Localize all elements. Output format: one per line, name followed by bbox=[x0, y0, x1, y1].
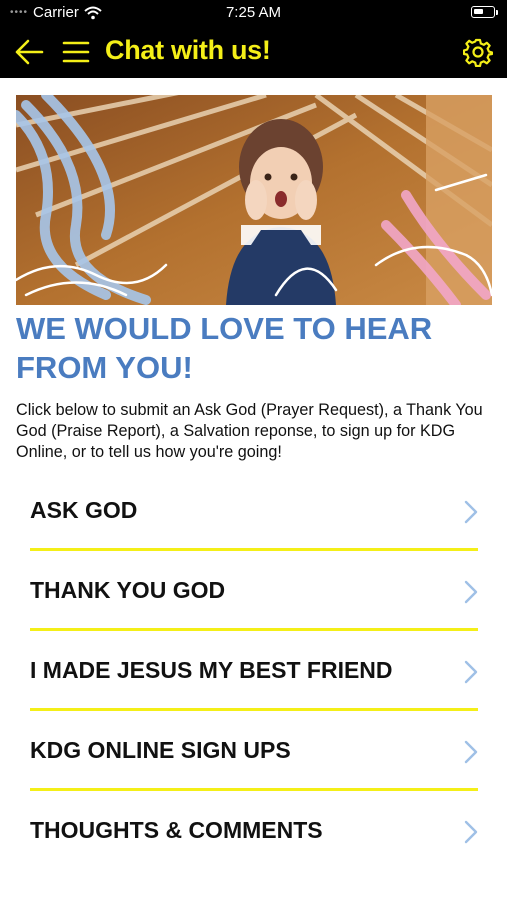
intro-text: Click below to submit an Ask God (Prayer… bbox=[16, 401, 483, 461]
menu-item-label: THOUGHTS & COMMENTS bbox=[30, 817, 323, 843]
chevron-right-icon bbox=[464, 740, 478, 764]
menu-item-thoughts-comments[interactable]: THOUGHTS & COMMENTS bbox=[30, 791, 478, 871]
status-time: 7:25 AM bbox=[225, 4, 282, 21]
hero-image bbox=[16, 95, 492, 305]
battery-cap bbox=[496, 10, 498, 15]
chat-options-list: ASK GOD THANK YOU GOD I MADE JESUS MY BE… bbox=[30, 471, 478, 871]
hamburger-menu-icon[interactable] bbox=[62, 39, 90, 65]
page-heading: WE WOULD LOVE TO HEAR FROM YOU! bbox=[16, 311, 433, 385]
menu-item-ask-god[interactable]: ASK GOD bbox=[30, 471, 478, 551]
menu-item-jesus-best-friend[interactable]: I MADE JESUS MY BEST FRIEND bbox=[30, 631, 478, 711]
chevron-right-icon bbox=[464, 500, 478, 524]
back-arrow-icon[interactable] bbox=[14, 38, 44, 66]
status-bar: •••• Carrier 7:25 AM bbox=[0, 0, 507, 26]
chevron-right-icon bbox=[464, 820, 478, 844]
menu-item-label: ASK GOD bbox=[30, 497, 138, 523]
nav-bar: Chat with us! bbox=[0, 26, 507, 78]
menu-item-thank-you-god[interactable]: THANK YOU GOD bbox=[30, 551, 478, 631]
hero-illustration bbox=[16, 95, 492, 305]
page-title: Chat with us! bbox=[105, 35, 271, 65]
chevron-right-icon bbox=[464, 660, 478, 684]
chevron-right-icon bbox=[464, 580, 478, 604]
battery-icon bbox=[471, 6, 495, 18]
gear-icon[interactable] bbox=[463, 37, 493, 67]
menu-item-label: THANK YOU GOD bbox=[30, 577, 226, 603]
menu-item-label: KDG ONLINE SIGN UPS bbox=[30, 737, 291, 763]
menu-item-label: I MADE JESUS MY BEST FRIEND bbox=[30, 657, 393, 683]
menu-item-kdg-online-signups[interactable]: KDG ONLINE SIGN UPS bbox=[30, 711, 478, 791]
